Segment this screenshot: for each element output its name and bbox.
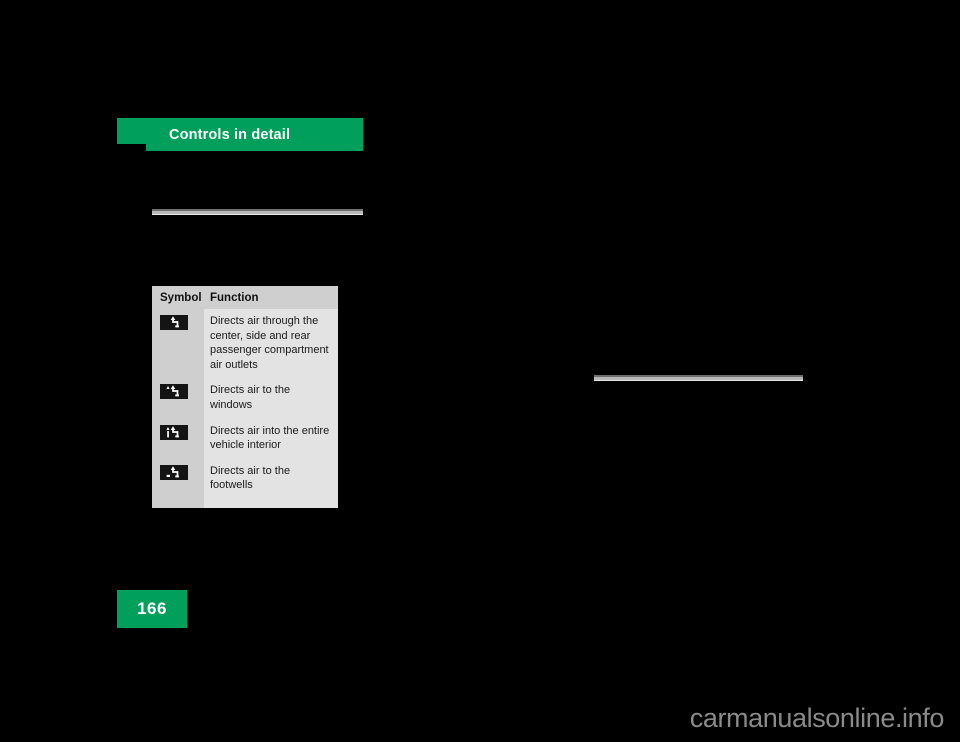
table-row: Directs air to the footwells [152, 458, 338, 499]
symbol-cell [152, 309, 204, 379]
column-header-function: Function [210, 291, 259, 304]
airflow-symbol-table: Symbol Function Directs air through the … [152, 286, 338, 508]
airflow-entire-interior-icon [160, 424, 188, 440]
airflow-center-side-rear-icon [160, 315, 188, 330]
table-footer-strip [152, 498, 338, 508]
symbol-cell [152, 378, 204, 419]
table-row: Directs air through the center, side and… [152, 309, 338, 379]
airflow-footwells-icon [160, 464, 188, 480]
manual-page: Controls in detail Symbol Function Direc… [0, 0, 960, 742]
table-header-row: Symbol Function [152, 286, 338, 309]
symbol-cell [152, 458, 204, 499]
divider-bar-bottom [594, 380, 803, 381]
section-header-notch [117, 144, 146, 151]
table-row: Directs air into the entire vehicle inte… [152, 418, 338, 459]
function-cell: Directs air to the footwells [204, 458, 338, 499]
section-header-banner: Controls in detail [117, 118, 363, 151]
function-cell: Directs air through the center, side and… [204, 309, 338, 379]
function-cell: Directs air to the windows [204, 378, 338, 419]
table-footer-symbol-strip [152, 498, 204, 508]
section-header-title: Controls in detail [169, 126, 291, 143]
airflow-windows-icon [160, 384, 188, 400]
table-row: Directs air to the windows [152, 378, 338, 419]
symbol-cell [152, 418, 204, 459]
column-header-symbol: Symbol [160, 291, 202, 304]
site-watermark: carmanualsonline.info [689, 703, 945, 733]
page-number-block: 166 [117, 590, 187, 628]
page-number: 166 [137, 599, 167, 618]
divider-bar-bottom [152, 214, 363, 215]
function-cell: Directs air into the entire vehicle inte… [204, 418, 338, 459]
divider-left [152, 208, 363, 216]
divider-right [594, 374, 803, 382]
